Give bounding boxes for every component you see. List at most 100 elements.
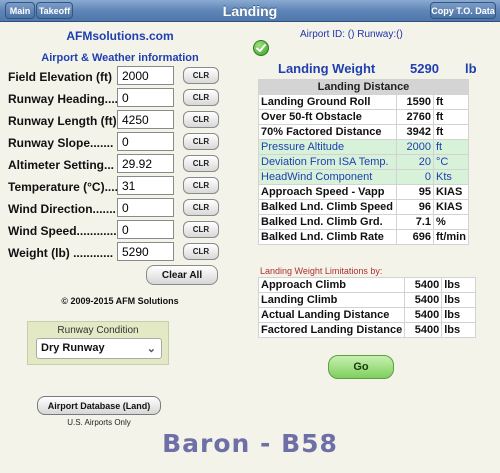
altimeter-setting-label: Altimeter Setting... (8, 158, 115, 172)
row-value: 696 (396, 229, 434, 245)
row-label: Actual Landing Distance (257, 307, 406, 323)
row-unit: KIAS (433, 199, 469, 215)
altimeter-setting-input[interactable] (117, 154, 174, 173)
landing-weight-label: Landing Weight (278, 61, 376, 76)
temperature-input[interactable] (117, 176, 174, 195)
weight-label: Weight (lb) ............ (8, 246, 114, 260)
field-elevation-input[interactable] (117, 66, 174, 85)
runway-condition-label: Runway Condition (57, 325, 139, 336)
airport-database-button[interactable]: Airport Database (Land) (37, 396, 161, 415)
row-label: Landing Climb (257, 292, 406, 308)
row-value: 96 (396, 199, 434, 215)
results-panel: Airport ID: () Runway:() Landing Weight … (240, 22, 500, 473)
row-value: 5400 (404, 307, 443, 323)
field-elevation-label: Field Elevation (ft) (8, 70, 113, 84)
row-value: 5400 (404, 322, 443, 338)
table-row: Approach Climb 5400 lbs (257, 277, 477, 293)
clr-temperature-button[interactable]: CLR (183, 177, 219, 194)
table-row: Landing Climb 5400 lbs (257, 292, 477, 308)
table-row: Actual Landing Distance 5400 lbs (257, 307, 477, 323)
row-value: 2760 (396, 109, 434, 125)
runway-length-label: Runway Length (ft) (8, 114, 117, 128)
row-unit: KIAS (433, 184, 469, 200)
row-value: 3942 (396, 124, 434, 140)
table-row: Balked Lnd. Climb Speed 96 KIAS (258, 199, 469, 215)
runway-slope-input[interactable] (117, 132, 174, 151)
wind-direction-input[interactable] (117, 198, 174, 217)
clr-runway-slope-button[interactable]: CLR (183, 133, 219, 150)
landing-weight-unit: lb (465, 61, 477, 76)
go-button[interactable]: Go (328, 355, 394, 379)
table-row: Over 50-ft Obstacle 2760 ft (258, 109, 469, 125)
landing-weight-value: 5290 (410, 61, 439, 76)
runway-condition-select[interactable]: Dry Runway ⌄ (36, 338, 162, 359)
row-label: Approach Climb (257, 277, 406, 293)
runway-slope-label: Runway Slope....... (8, 136, 114, 150)
weight-input[interactable] (117, 242, 174, 261)
runway-condition-value: Dry Runway (41, 342, 105, 354)
airport-weather-heading: Airport & Weather information (41, 52, 199, 64)
row-label: Over 50-ft Obstacle (258, 109, 397, 125)
row-unit: Kts (433, 169, 469, 185)
row-value: 20 (396, 154, 434, 170)
row-unit: ft/min (433, 229, 469, 245)
wind-direction-label: Wind Direction....... (8, 202, 116, 216)
airport-id-label: Airport ID: () Runway:() (300, 29, 403, 40)
checkmark-icon (253, 40, 269, 56)
row-label: Balked Lnd. Climb Rate (258, 229, 397, 245)
table-row: Balked Lnd. Climb Rate 696 ft/min (258, 229, 469, 245)
table-row: Balked Lnd. Climb Grd. 7.1% (258, 214, 469, 230)
limitations-title: Landing Weight Limitations by: (260, 266, 383, 276)
row-label: 70% Factored Distance (258, 124, 397, 140)
row-unit: °C (433, 154, 469, 170)
limitations-table: Approach Climb 5400 lbs Landing Climb 5400 l… (257, 277, 477, 338)
row-unit: lbs (441, 307, 477, 323)
row-label: Approach Speed - Vapp (258, 184, 397, 200)
runway-heading-input[interactable] (117, 88, 174, 107)
row-value: 0 (396, 169, 434, 185)
row-unit: ft (433, 94, 469, 110)
temperature-label: Temperature (°C).... (8, 180, 118, 194)
table-row: Approach Speed - Vapp 95 KIAS (258, 184, 469, 200)
clr-wind-speed-button[interactable]: CLR (183, 221, 219, 238)
row-label: Factored Landing Distance (257, 322, 406, 338)
clear-all-button[interactable]: Clear All (146, 265, 218, 285)
table-row: 70% Factored Distance 3942 ft (258, 124, 469, 140)
row-value: 5400 (404, 277, 443, 293)
clr-field-elevation-button[interactable]: CLR (183, 67, 219, 84)
table-row: Pressure Altitude 2000 ft (258, 139, 469, 155)
row-label: Balked Lnd. Climb Grd. (258, 214, 397, 230)
table-row: Landing Ground Roll 1590 ft (258, 94, 469, 110)
chevron-down-icon: ⌄ (146, 343, 156, 355)
wind-speed-label: Wind Speed............ (8, 224, 117, 238)
row-value: 95 (396, 184, 434, 200)
row-unit: lbs (441, 277, 477, 293)
row-unit: % (433, 214, 469, 230)
row-label: Balked Lnd. Climb Speed (258, 199, 397, 215)
clr-weight-button[interactable]: CLR (183, 243, 219, 260)
clr-altimeter-setting-button[interactable]: CLR (183, 155, 219, 172)
clr-runway-heading-button[interactable]: CLR (183, 89, 219, 106)
clr-wind-direction-button[interactable]: CLR (183, 199, 219, 216)
row-label: Pressure Altitude (258, 139, 397, 155)
landing-weight-row: Landing Weight 5290 lb (258, 61, 486, 77)
row-unit: ft (433, 124, 469, 140)
runway-length-input[interactable] (117, 110, 174, 129)
row-unit: lbs (441, 322, 477, 338)
table-row: Factored Landing Distance 5400 lbs (257, 322, 477, 338)
input-panel: AFMsolutions.com Airport & Weather infor… (0, 22, 240, 473)
table-row: HeadWind Component 0 Kts (258, 169, 469, 185)
landing-distance-table: Landing Distance Landing Ground Roll 1590… (258, 79, 469, 245)
row-label: Deviation From ISA Temp. (258, 154, 397, 170)
database-note: U.S. Airports Only (67, 418, 131, 427)
runway-condition-box: Runway Condition Dry Runway ⌄ (27, 321, 169, 365)
website-label: AFMsolutions.com (66, 29, 174, 43)
landing-distance-header: Landing Distance (258, 79, 469, 95)
wind-speed-input[interactable] (117, 220, 174, 239)
clr-runway-length-button[interactable]: CLR (183, 111, 219, 128)
row-value: 1590 (396, 94, 434, 110)
copy-takeoff-data-button[interactable]: Copy T.O. Data (430, 2, 496, 19)
runway-heading-label: Runway Heading.... (8, 92, 119, 106)
row-value: 7.1 (396, 214, 434, 230)
row-label: HeadWind Component (258, 169, 397, 185)
